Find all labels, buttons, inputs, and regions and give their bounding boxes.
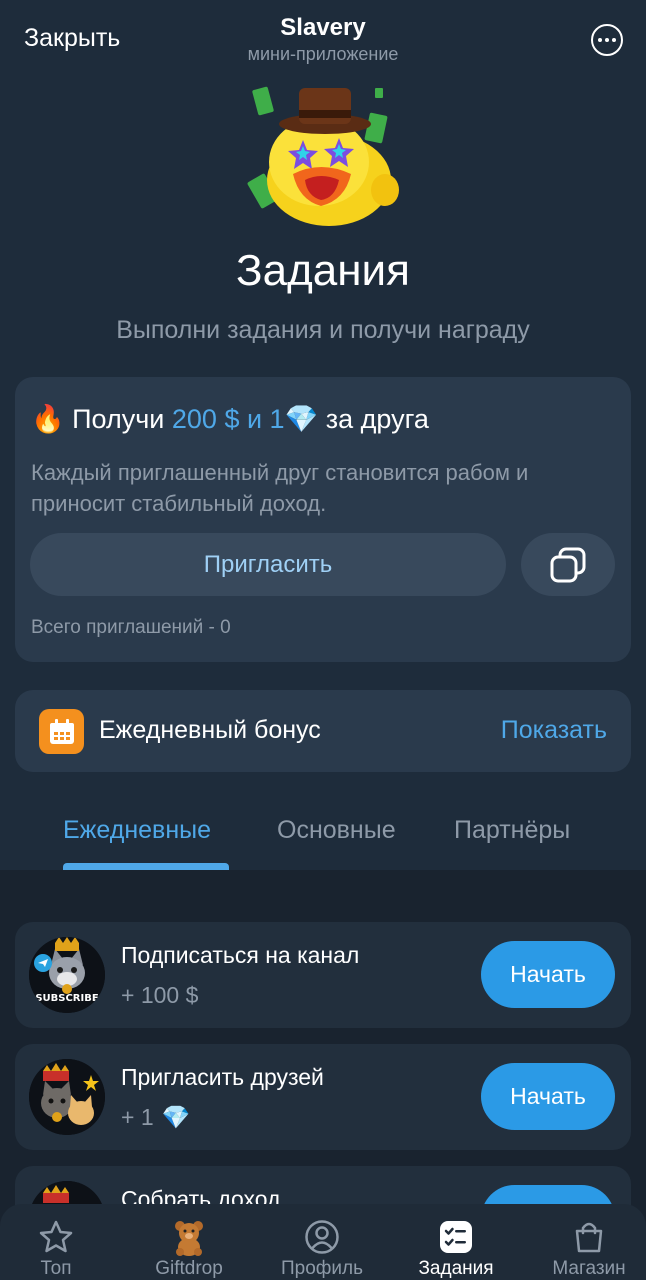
daily-bonus-card[interactable]: Ежедневный бонус Показать: [15, 690, 631, 772]
tasks-icon: [437, 1218, 475, 1256]
nav-item-tasks[interactable]: Задания: [396, 1204, 516, 1280]
invite-amount: 200 $ и 1: [171, 404, 285, 434]
nav-item-giftdrop[interactable]: Giftdrop: [129, 1204, 249, 1280]
app-subtitle: мини-приложение: [247, 44, 399, 64]
task-item: Пригласить друзей + 1 💎 Начать: [15, 1044, 631, 1150]
mascot-duck-icon: [247, 86, 399, 226]
invite-suffix: за друга: [325, 404, 429, 434]
subscribe-cat-avatar: SUBSCRIBE: [29, 937, 105, 1013]
invite-button[interactable]: Пригласить: [30, 533, 506, 596]
task-reward: + 1 💎: [121, 1104, 191, 1130]
cats-avatar: [29, 1059, 105, 1135]
diamond-icon: 💎: [161, 1104, 191, 1130]
fire-icon: 🔥: [31, 404, 65, 434]
invite-heading: 🔥 Получи 200 $ и 1💎 за друга: [31, 403, 429, 435]
task-item: SUBSCRIBE Подписаться на канал + 100 $ Н…: [15, 922, 631, 1028]
nav-label: Giftdrop: [155, 1258, 223, 1279]
teddy-bear-icon: [170, 1218, 208, 1256]
star-icon: [37, 1218, 75, 1256]
nav-item-shop[interactable]: Магазин: [529, 1204, 646, 1280]
diamond-icon: 💎: [284, 404, 319, 434]
show-bonus-button[interactable]: Показать: [501, 716, 607, 745]
task-title: Подписаться на канал: [121, 942, 360, 968]
tab-main[interactable]: Основные: [277, 816, 396, 845]
invite-description: Каждый приглашенный друг становится рабо…: [31, 460, 529, 516]
start-task-button[interactable]: Начать: [481, 941, 615, 1008]
invite-prefix: Получи: [72, 404, 165, 434]
nav-label: Топ: [40, 1258, 72, 1279]
shopping-bag-icon: [570, 1218, 608, 1256]
daily-bonus-label: Ежедневный бонус: [99, 716, 321, 744]
task-title: Пригласить друзей: [121, 1064, 324, 1090]
task-reward: + 100 $: [121, 982, 199, 1008]
nav-label: Профиль: [280, 1258, 364, 1279]
more-options-icon[interactable]: [591, 24, 623, 56]
tab-partners[interactable]: Партнёры: [454, 816, 570, 845]
tab-daily[interactable]: Ежедневные: [63, 816, 211, 845]
nav-item-top[interactable]: Топ: [0, 1204, 116, 1280]
profile-icon: [303, 1218, 341, 1256]
nav-label: Магазин: [552, 1258, 626, 1279]
page-subtitle: Выполни задания и получи награду: [116, 316, 530, 344]
copy-link-button[interactable]: [521, 533, 615, 596]
start-task-button[interactable]: Начать: [481, 1063, 615, 1130]
nav-label: Задания: [418, 1258, 494, 1279]
copy-icon: [550, 547, 586, 582]
app-title: Slavery: [280, 14, 366, 41]
nav-item-profile[interactable]: Профиль: [262, 1204, 382, 1280]
invite-card: 🔥 Получи 200 $ и 1💎 за друга Каждый приг…: [15, 377, 631, 662]
active-tab-indicator: [63, 863, 229, 870]
bottom-navigation: Топ Giftdrop Профиль Задания Магазин: [0, 1204, 646, 1280]
invite-count: Всего приглашений - 0: [31, 617, 231, 638]
avatar-subscribe-label: SUBSCRIBE: [35, 993, 99, 1004]
calendar-icon: [39, 709, 84, 754]
page-title: Задания: [236, 246, 410, 295]
